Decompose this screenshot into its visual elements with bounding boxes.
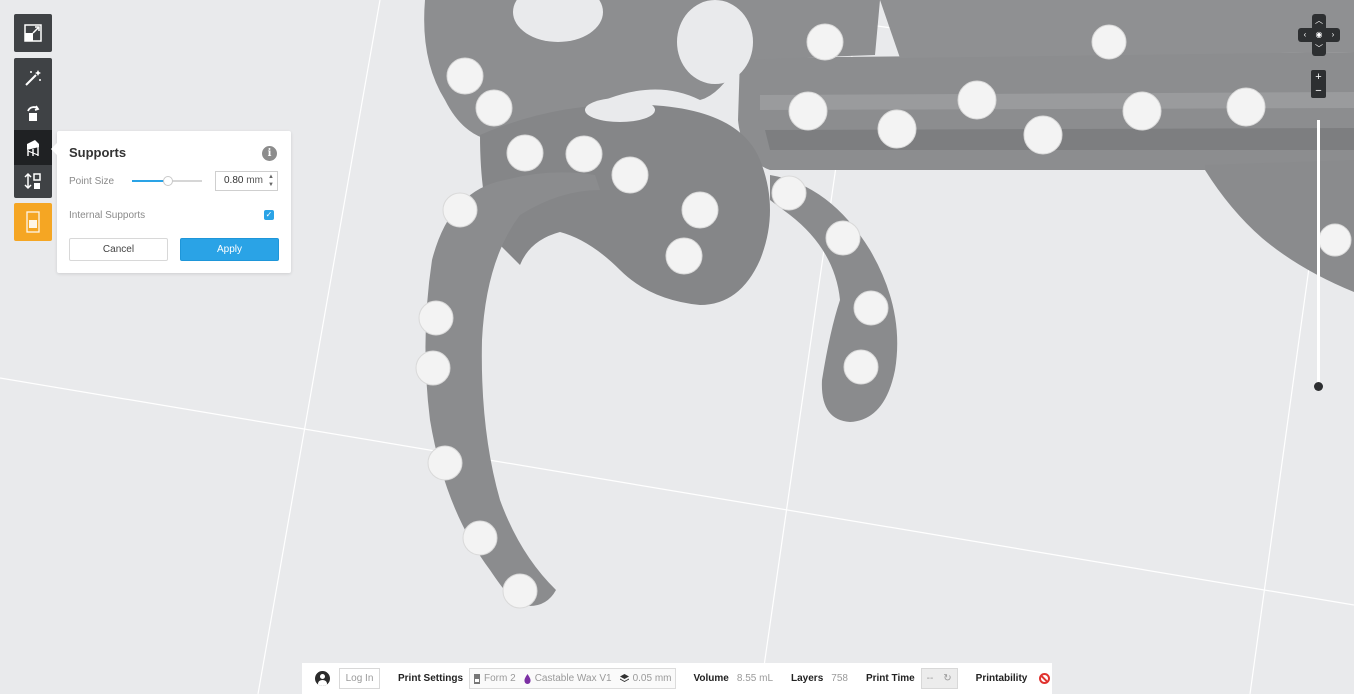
point-size-label: Point Size bbox=[69, 176, 115, 187]
volume-value: 8.55 mL bbox=[736, 673, 774, 684]
supports-panel: Supports i Point Size 0.80 mm ▲ ▼ Interna… bbox=[51, 131, 291, 273]
3d-viewport[interactable] bbox=[0, 0, 1354, 694]
info-icon[interactable]: i bbox=[262, 146, 277, 161]
not-printable-icon[interactable] bbox=[1039, 673, 1051, 684]
printability-label: Printability bbox=[975, 673, 1028, 684]
status-bar: Log In Print Settings Form 2 Castable Wa… bbox=[302, 663, 1052, 694]
user-account-icon[interactable] bbox=[315, 671, 330, 686]
home-view-eye-icon[interactable]: ◉ bbox=[1312, 28, 1326, 42]
layout-tool-button[interactable] bbox=[14, 163, 52, 198]
apply-button[interactable]: Apply bbox=[180, 238, 279, 261]
print-settings-button[interactable]: Form 2 Castable Wax V1 0.05 mm bbox=[469, 668, 677, 689]
camera-nav-pad: ︿ ﹀ ‹ › ◉ bbox=[1298, 14, 1340, 56]
tool-group bbox=[14, 58, 52, 198]
supports-icon bbox=[27, 139, 39, 156]
zoom-out-icon[interactable]: − bbox=[1311, 84, 1326, 98]
material-name: Castable Wax V1 bbox=[534, 673, 612, 684]
panel-title: Supports bbox=[69, 145, 127, 160]
layer-thickness: 0.05 mm bbox=[632, 673, 672, 684]
supports-tool-button[interactable] bbox=[14, 130, 52, 165]
magic-wand-tool-button[interactable] bbox=[14, 60, 52, 95]
print-time-box[interactable]: -- ↻ bbox=[920, 668, 958, 689]
layers-icon bbox=[619, 674, 629, 682]
layout-arrange-icon bbox=[24, 172, 41, 189]
pan-down-icon[interactable]: ﹀ bbox=[1312, 42, 1326, 56]
pan-right-icon[interactable]: › bbox=[1326, 28, 1340, 42]
print-time-value: -- bbox=[926, 673, 934, 684]
rotate-icon bbox=[27, 105, 40, 121]
layers-label: Layers bbox=[791, 673, 824, 684]
printer-tray-icon bbox=[26, 211, 40, 233]
resize-frame-icon bbox=[24, 24, 42, 42]
cancel-button[interactable]: Cancel bbox=[69, 238, 168, 261]
magic-wand-icon bbox=[25, 69, 41, 86]
point-size-unit: mm bbox=[246, 175, 263, 186]
zoom-controls: + − bbox=[1311, 70, 1326, 98]
rotate-tool-button[interactable] bbox=[14, 95, 52, 130]
point-size-slider[interactable] bbox=[132, 176, 202, 186]
print-settings-label: Print Settings bbox=[398, 673, 464, 684]
layer-slider-handle[interactable] bbox=[1314, 382, 1323, 391]
point-size-value: 0.80 bbox=[224, 175, 244, 186]
resin-drop-icon bbox=[524, 673, 531, 684]
print-tool-button[interactable] bbox=[14, 203, 52, 241]
pan-left-icon[interactable]: ‹ bbox=[1298, 28, 1312, 42]
volume-label: Volume bbox=[693, 673, 729, 684]
refresh-icon[interactable]: ↻ bbox=[943, 673, 951, 684]
zoom-in-icon[interactable]: + bbox=[1311, 70, 1326, 84]
print-time-label: Print Time bbox=[865, 673, 915, 684]
orientation-tool-button[interactable] bbox=[14, 14, 52, 52]
layers-value: 758 bbox=[831, 673, 848, 684]
point-size-stepper[interactable]: ▲ ▼ bbox=[268, 173, 274, 189]
login-button[interactable]: Log In bbox=[339, 668, 380, 689]
point-size-input[interactable]: 0.80 mm ▲ ▼ bbox=[215, 171, 278, 191]
internal-supports-checkbox[interactable]: ✓ bbox=[264, 210, 274, 220]
internal-supports-label: Internal Supports bbox=[69, 210, 146, 221]
layer-slider-track[interactable] bbox=[1317, 120, 1320, 386]
pan-up-icon[interactable]: ︿ bbox=[1312, 14, 1326, 28]
point-size-slider-handle[interactable] bbox=[163, 176, 174, 186]
printer-icon bbox=[474, 673, 481, 684]
printer-name: Form 2 bbox=[484, 673, 516, 684]
